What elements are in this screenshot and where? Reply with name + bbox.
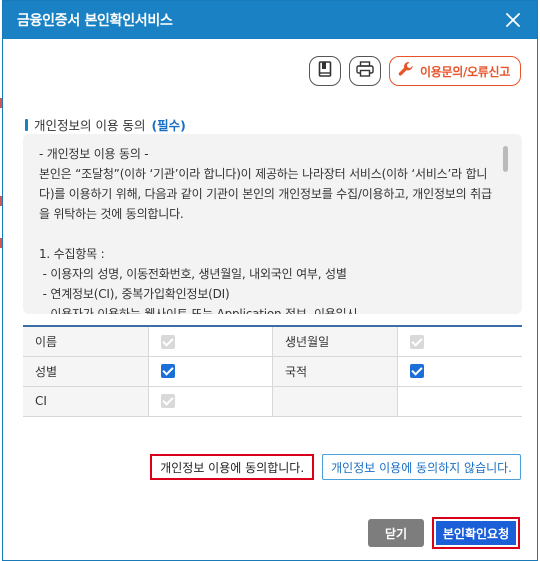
report-error-button[interactable]: 이용문의/오류신고 [388, 56, 521, 86]
field-checkbox [160, 334, 175, 349]
section-bullet [25, 118, 28, 131]
wrench-icon [398, 61, 414, 81]
field-label: 국적 [272, 356, 399, 387]
field-value [148, 356, 273, 387]
field-checkbox [160, 394, 175, 409]
field-value [148, 386, 273, 417]
consent-section-title: 개인정보의 이용 동의 (필수) [25, 115, 186, 134]
close-icon[interactable] [503, 10, 523, 30]
terms-box[interactable]: - 개인정보 이용 동의 - 본인은 “조달청”(이하 ‘기관’이라 합니다)이… [23, 134, 522, 314]
table-row: 이름 생년월일 [23, 326, 522, 357]
field-value [148, 326, 273, 357]
field-value [397, 386, 522, 417]
toolbar: 이용문의/오류신고 [308, 56, 521, 86]
field-label [272, 386, 399, 417]
manual-button[interactable] [308, 56, 341, 86]
print-icon [356, 61, 374, 81]
field-value [397, 356, 522, 387]
dialog-titlebar: 금융인증서 본인확인서비스 [3, 1, 537, 39]
agree-button[interactable]: 개인정보 이용에 동의합니다. [150, 454, 315, 480]
field-label: 성별 [23, 356, 149, 387]
terms-scrollbar[interactable] [503, 146, 508, 172]
consent-actions: 개인정보 이용에 동의합니다. 개인정보 이용에 동의하지 않습니다. [3, 454, 539, 480]
identity-verification-dialog: 금융인증서 본인확인서비스 이용문의/오류신고 개인정보의 이용 동의 (필수)… [2, 0, 538, 561]
info-table: 이름 생년월일성별 국적 CI [23, 325, 522, 417]
required-label: (필수) [151, 118, 186, 133]
report-label: 이용문의/오류신고 [419, 64, 510, 79]
field-value [397, 326, 522, 357]
dialog-title: 금융인증서 본인확인서비스 [17, 13, 173, 29]
request-verification-button[interactable]: 본인확인요청 [432, 517, 520, 549]
field-checkbox [410, 334, 425, 349]
field-label: CI [23, 386, 149, 417]
print-button[interactable] [348, 56, 381, 86]
book-icon [318, 61, 332, 81]
table-row: CI [23, 386, 522, 417]
field-checkbox[interactable] [410, 364, 425, 379]
disagree-button[interactable]: 개인정보 이용에 동의하지 않습니다. [322, 454, 521, 480]
table-row: 성별 국적 [23, 356, 522, 387]
consent-title-text: 개인정보의 이용 동의 [34, 118, 146, 133]
field-checkbox[interactable] [160, 364, 175, 379]
dialog-footer: 닫기 본인확인요청 [368, 517, 520, 549]
field-label: 생년월일 [272, 326, 399, 357]
terms-text: - 개인정보 이용 동의 - 본인은 “조달청”(이하 ‘기관’이라 합니다)이… [39, 147, 492, 314]
close-button[interactable]: 닫기 [368, 519, 424, 547]
request-label: 본인확인요청 [436, 521, 516, 545]
field-label: 이름 [23, 326, 149, 357]
